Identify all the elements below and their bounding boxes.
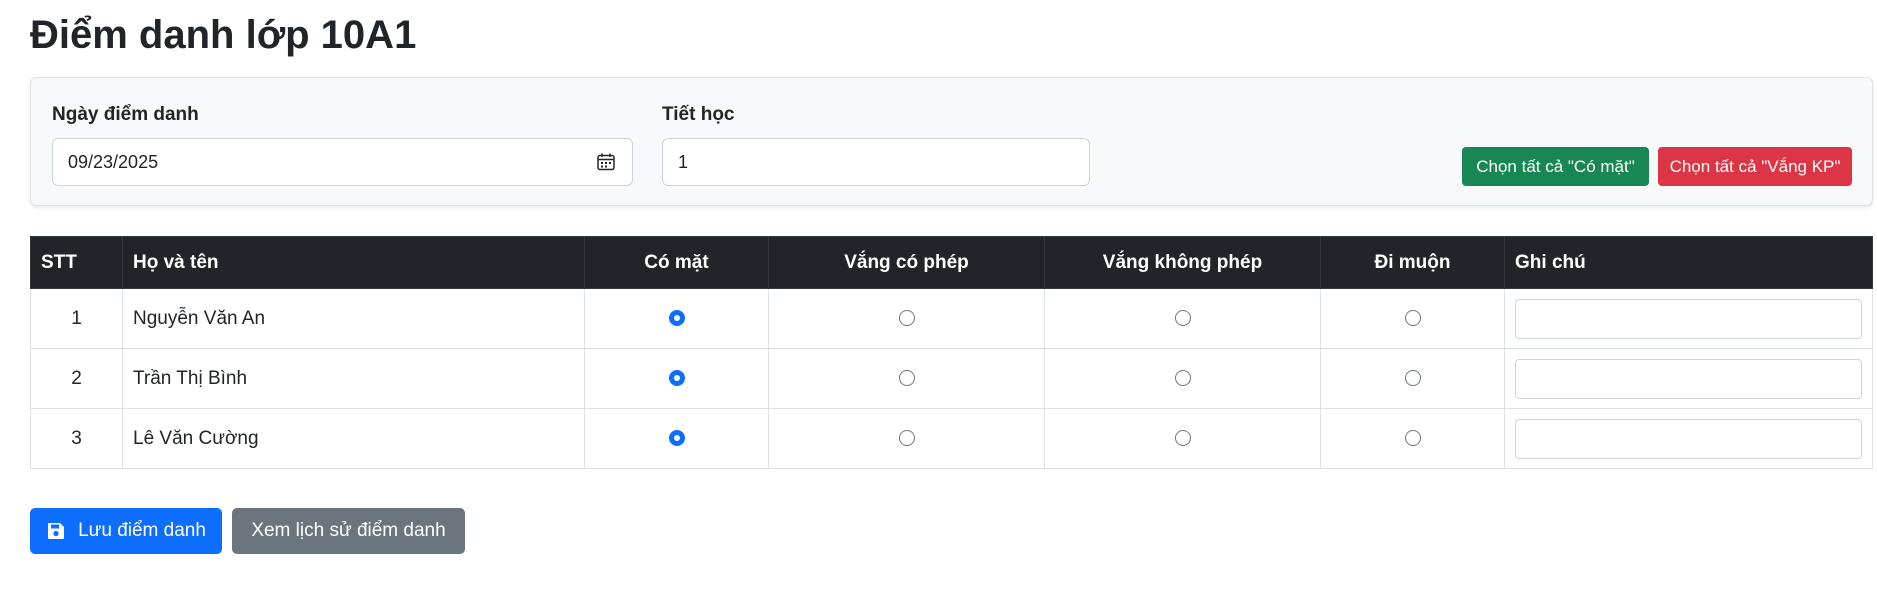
present-radio[interactable] — [668, 370, 685, 387]
header-name: Họ và tên — [122, 236, 585, 289]
table-row: 2 Trần Thị Bình — [30, 348, 1873, 409]
row-name: Trần Thị Bình — [122, 348, 585, 409]
row-stt: 2 — [30, 348, 123, 409]
header-excused: Vắng có phép — [768, 236, 1045, 289]
late-radio[interactable] — [1404, 430, 1421, 447]
note-input[interactable] — [1515, 418, 1862, 459]
period-label: Tiết học — [662, 104, 735, 125]
row-stt: 1 — [30, 288, 123, 349]
unexcused-radio[interactable] — [1174, 370, 1191, 387]
view-history-button[interactable]: Xem lịch sử điểm danh — [232, 508, 465, 554]
date-input[interactable]: 09/23/2025 — [52, 138, 633, 186]
select-all-present-button[interactable]: Chọn tất cả "Có mặt" — [1462, 147, 1649, 186]
excused-radio[interactable] — [898, 430, 915, 447]
header-stt: STT — [30, 236, 123, 289]
present-radio[interactable] — [668, 310, 685, 327]
note-input[interactable] — [1515, 358, 1862, 399]
save-attendance-button[interactable]: Lưu điểm danh — [30, 508, 222, 554]
table-row: 1 Nguyễn Văn An — [30, 288, 1873, 349]
excused-radio[interactable] — [898, 310, 915, 327]
date-label: Ngày điểm danh — [52, 104, 199, 125]
unexcused-radio[interactable] — [1174, 430, 1191, 447]
table-header-row: STT Họ và tên Có mặt Vắng có phép Vắng k… — [30, 236, 1873, 289]
row-stt: 3 — [30, 408, 123, 469]
floppy-disk-icon — [48, 523, 65, 539]
date-value: 09/23/2025 — [68, 151, 159, 172]
late-radio[interactable] — [1404, 370, 1421, 387]
filter-card: Ngày điểm danh 09/23/2025 Tiết học 1 Chọ… — [30, 77, 1873, 206]
save-button-label: Lưu điểm danh — [78, 520, 206, 541]
table-row: 3 Lê Văn Cường — [30, 408, 1873, 469]
header-note: Ghi chú — [1504, 236, 1873, 289]
header-unexcused: Vắng không phép — [1044, 236, 1321, 289]
unexcused-radio[interactable] — [1174, 310, 1191, 327]
note-input[interactable] — [1515, 298, 1862, 339]
page-title: Điểm danh lớp 10A1 — [30, 13, 417, 57]
row-name: Lê Văn Cường — [122, 408, 585, 469]
present-radio[interactable] — [668, 430, 685, 447]
late-radio[interactable] — [1404, 310, 1421, 327]
period-input[interactable]: 1 — [662, 138, 1090, 186]
select-all-absent-button[interactable]: Chọn tất cả "Vắng KP" — [1658, 147, 1852, 186]
attendance-table: STT Họ và tên Có mặt Vắng có phép Vắng k… — [30, 236, 1873, 469]
excused-radio[interactable] — [898, 370, 915, 387]
header-present: Có mặt — [584, 236, 769, 289]
calendar-icon[interactable] — [596, 152, 616, 172]
row-name: Nguyễn Văn An — [122, 288, 585, 349]
period-value: 1 — [678, 151, 689, 172]
header-late: Đi muộn — [1320, 236, 1505, 289]
attendance-page: Điểm danh lớp 10A1 Ngày điểm danh 09/23/… — [0, 0, 1877, 595]
